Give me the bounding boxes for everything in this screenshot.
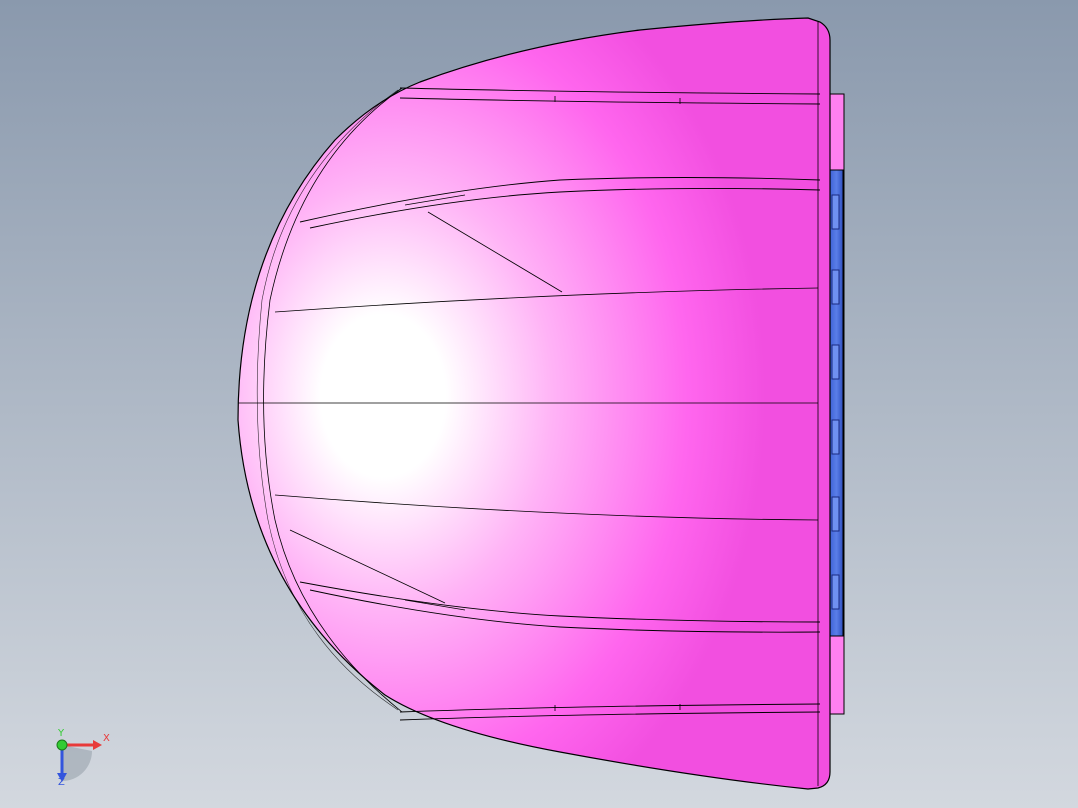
hinge-knuckle — [831, 344, 840, 380]
hinge-knuckle — [831, 496, 840, 532]
y-axis-label: Y — [58, 728, 65, 739]
hinge-knuckle — [831, 419, 840, 455]
reference-triad: X Y Z — [40, 725, 120, 805]
hinge-knuckle — [831, 194, 840, 230]
x-axis-label: X — [103, 733, 110, 744]
hinge-knuckle — [831, 574, 840, 610]
graphics-viewport[interactable]: X Y Z — [0, 0, 1078, 808]
model-part[interactable] — [0, 0, 1078, 808]
z-axis-label: Z — [58, 777, 65, 788]
hinge-knuckle — [831, 269, 840, 305]
shell-body[interactable] — [237, 17, 831, 790]
